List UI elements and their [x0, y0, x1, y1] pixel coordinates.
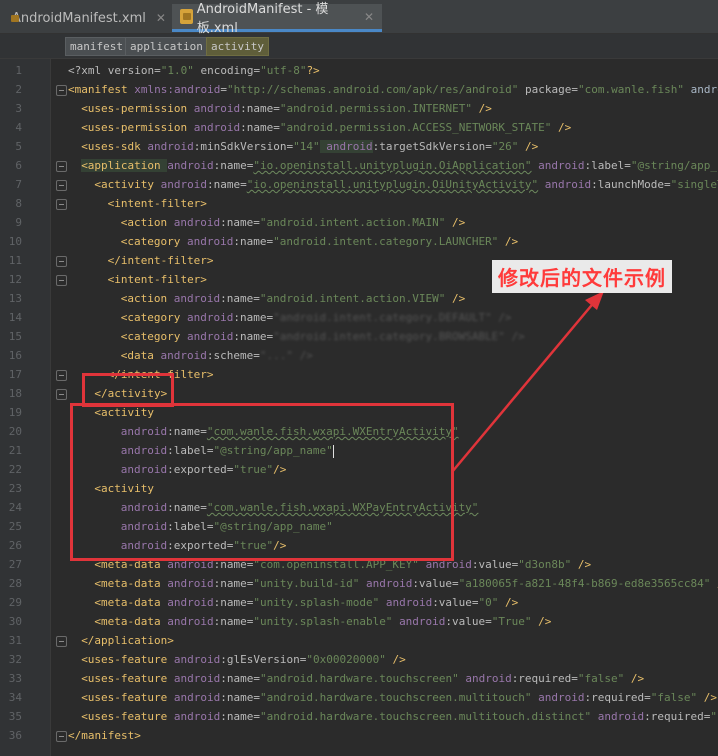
annotation-arrow: [451, 291, 604, 473]
annotation-label: 修改后的文件示例: [492, 260, 672, 293]
